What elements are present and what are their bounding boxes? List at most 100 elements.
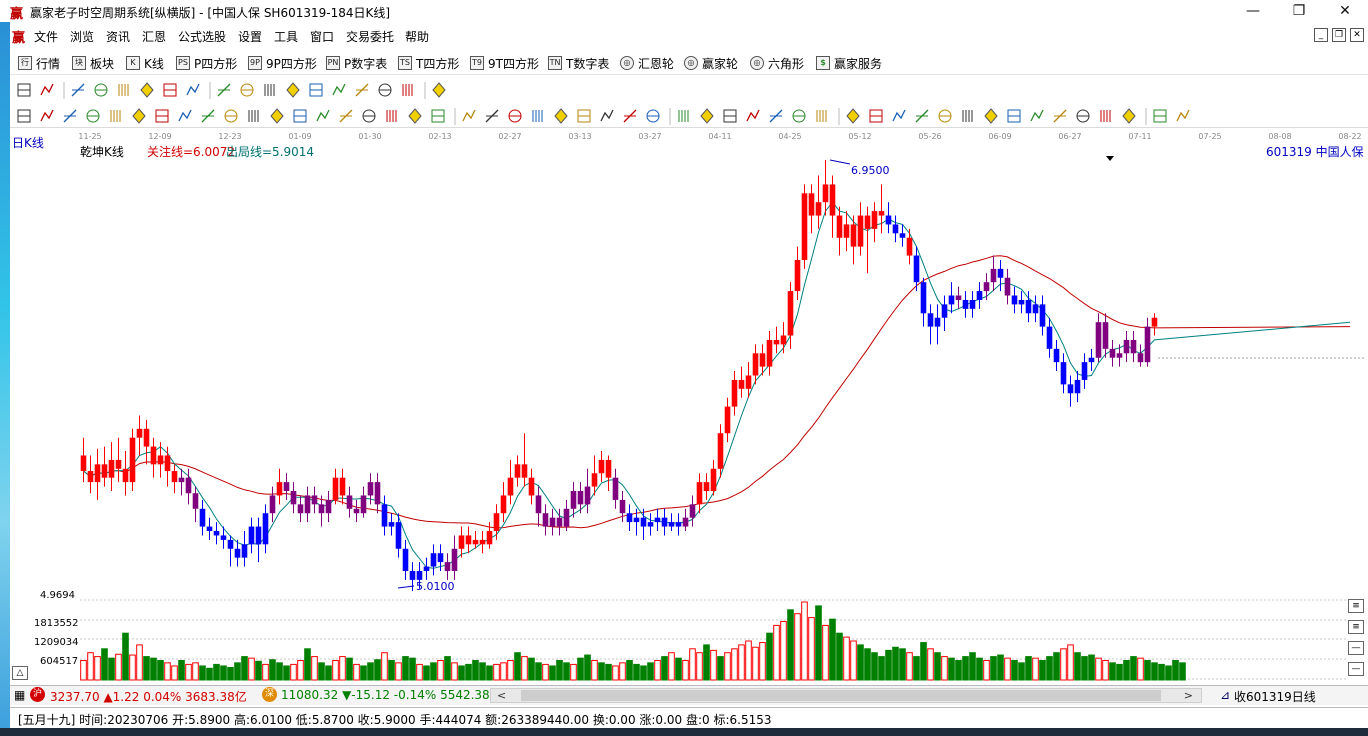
toolbar3-tool-25-icon[interactable] bbox=[600, 109, 614, 122]
toolbar-sector-button[interactable]: 块板块 bbox=[72, 54, 114, 72]
menu-huien[interactable]: 汇恩 bbox=[142, 28, 166, 45]
daily-close-label[interactable]: 收601319日线 bbox=[1234, 688, 1316, 705]
scroll-left-icon[interactable]: < bbox=[497, 689, 506, 702]
toolbar2-tool-17-icon[interactable] bbox=[432, 82, 446, 98]
toolbar3-tool-40-icon[interactable] bbox=[962, 110, 973, 122]
toolbar3-tool-24-icon[interactable] bbox=[577, 109, 591, 123]
toolbar3-tool-11-icon[interactable] bbox=[270, 108, 284, 124]
toolbar3-tool-30-icon[interactable] bbox=[723, 109, 737, 123]
panel-minus-button[interactable]: — bbox=[1348, 662, 1364, 676]
toolbar3-tool-32-icon[interactable] bbox=[769, 109, 783, 123]
toolbar3-tool-27-icon[interactable] bbox=[646, 109, 660, 123]
toolbar-p-square-button[interactable]: PS P四方形 bbox=[176, 54, 237, 72]
menu-logo-icon[interactable]: 赢 bbox=[12, 27, 25, 46]
zoom-out-button[interactable]: ≡ bbox=[1348, 620, 1364, 634]
toolbar2-tool-2-icon[interactable] bbox=[71, 83, 85, 97]
toolbar3-tool-23-icon[interactable] bbox=[554, 108, 568, 124]
toolbar3-tool-47-icon[interactable] bbox=[1122, 108, 1136, 124]
toolbar2-tool-10-icon[interactable] bbox=[264, 84, 275, 96]
menu-browse[interactable]: 浏览 bbox=[70, 28, 94, 45]
menu-help[interactable]: 帮助 bbox=[405, 28, 429, 45]
mdi-minimize-button[interactable]: _ bbox=[1314, 28, 1328, 42]
toolbar3-tool-10-icon[interactable] bbox=[248, 110, 259, 122]
toolbar3-tool-33-icon[interactable] bbox=[792, 109, 806, 123]
toolbar3-tool-45-icon[interactable] bbox=[1076, 109, 1090, 123]
toolbar3-tool-12-icon[interactable] bbox=[293, 109, 307, 123]
toolbar3-tool-3-icon[interactable] bbox=[86, 109, 100, 123]
toolbar-t-table-button[interactable]: TN T数字表 bbox=[548, 54, 609, 72]
toolbar3-tool-20-icon[interactable] bbox=[485, 109, 499, 123]
toolbar-kline-button[interactable]: K K线 bbox=[126, 54, 164, 72]
toolbar2-tool-8-icon[interactable] bbox=[217, 83, 231, 97]
toolbar-9t-square-button[interactable]: T9 9T四方形 bbox=[470, 54, 539, 72]
menu-tools[interactable]: 工具 bbox=[274, 28, 298, 45]
restore-button[interactable]: ❐ bbox=[1276, 0, 1322, 22]
toolbar3-tool-46-icon[interactable] bbox=[1100, 110, 1111, 122]
toolbar3-tool-9-icon[interactable] bbox=[224, 109, 238, 123]
toolbar3-tool-41-icon[interactable] bbox=[984, 108, 998, 124]
keyboard-icon[interactable]: ▦ bbox=[14, 688, 25, 702]
shenzhen-index-value[interactable]: 11080.32 ▼-15.12 -0.14% 5542.38 bbox=[281, 688, 490, 702]
scroll-thumb[interactable] bbox=[521, 690, 1161, 701]
toolbar-quotes-button[interactable]: 行行情 bbox=[18, 54, 60, 72]
toolbar2-tool-13-icon[interactable] bbox=[332, 83, 346, 96]
collapse-panel-button[interactable]: △ bbox=[12, 666, 28, 680]
toolbar3-tool-44-icon[interactable] bbox=[1053, 109, 1067, 123]
toolbar3-tool-0-icon[interactable] bbox=[17, 109, 31, 123]
shanghai-index-value[interactable]: 3237.70 ▲1.22 0.04% 3683.38亿 bbox=[50, 688, 247, 705]
menu-file[interactable]: 文件 bbox=[34, 28, 58, 45]
toolbar2-tool-0-icon[interactable] bbox=[17, 83, 31, 97]
menu-window[interactable]: 窗口 bbox=[310, 28, 334, 45]
toolbar3-tool-8-icon[interactable] bbox=[201, 109, 215, 123]
zoom-in-button[interactable]: ≡ bbox=[1348, 599, 1364, 613]
toolbar3-tool-14-icon[interactable] bbox=[339, 109, 353, 123]
chart-scrollbar[interactable]: < > bbox=[490, 688, 1202, 703]
menu-info[interactable]: 资讯 bbox=[106, 28, 130, 45]
toolbar3-tool-26-icon[interactable] bbox=[623, 109, 637, 123]
toolbar2-tool-5-icon[interactable] bbox=[140, 82, 154, 98]
toolbar-service-button[interactable]: $ 赢家服务 bbox=[816, 54, 882, 72]
mdi-restore-button[interactable]: ❐ bbox=[1332, 28, 1346, 42]
toolbar3-tool-13-icon[interactable] bbox=[316, 109, 330, 122]
period-label[interactable]: 日K线 bbox=[12, 134, 44, 151]
panel-toggle-button[interactable]: — bbox=[1348, 641, 1364, 655]
toolbar3-tool-16-icon[interactable] bbox=[386, 110, 397, 122]
toolbar2-tool-15-icon[interactable] bbox=[378, 83, 392, 97]
toolbar-9p-square-button[interactable]: 9P 9P四方形 bbox=[248, 54, 317, 72]
toolbar3-tool-22-icon[interactable] bbox=[532, 110, 543, 122]
toolbar3-tool-17-icon[interactable] bbox=[408, 108, 422, 124]
toolbar3-tool-5-icon[interactable] bbox=[132, 108, 146, 124]
menu-formula[interactable]: 公式选股 bbox=[178, 28, 226, 45]
toolbar-hexagon-button[interactable]: ◎ 六角形 bbox=[750, 54, 804, 72]
toolbar2-tool-1-icon[interactable] bbox=[40, 83, 54, 96]
toolbar3-tool-31-icon[interactable] bbox=[746, 109, 760, 122]
toolbar2-tool-11-icon[interactable] bbox=[286, 82, 300, 98]
toolbar3-tool-42-icon[interactable] bbox=[1007, 109, 1021, 123]
toolbar3-tool-36-icon[interactable] bbox=[869, 109, 883, 123]
toolbar3-tool-29-icon[interactable] bbox=[700, 108, 714, 124]
toolbar-2-icons[interactable] bbox=[10, 78, 1368, 102]
toolbar3-tool-6-icon[interactable] bbox=[155, 109, 169, 123]
toolbar3-tool-49-icon[interactable] bbox=[1176, 109, 1190, 122]
toolbar3-tool-48-icon[interactable] bbox=[1153, 109, 1167, 123]
toolbar3-tool-21-icon[interactable] bbox=[508, 109, 522, 123]
kline-chart-canvas[interactable] bbox=[10, 142, 1368, 682]
toolbar3-tool-19-icon[interactable] bbox=[462, 109, 476, 122]
toolbar2-tool-9-icon[interactable] bbox=[240, 83, 254, 97]
toolbar2-tool-4-icon[interactable] bbox=[118, 84, 129, 96]
toolbar3-tool-38-icon[interactable] bbox=[915, 109, 929, 123]
toolbar3-tool-28-icon[interactable] bbox=[678, 110, 689, 122]
toolbar3-tool-4-icon[interactable] bbox=[110, 110, 121, 122]
menu-settings[interactable]: 设置 bbox=[238, 28, 262, 45]
toolbar2-tool-16-icon[interactable] bbox=[402, 84, 413, 96]
toolbar3-tool-2-icon[interactable] bbox=[63, 109, 77, 123]
toolbar3-tool-37-icon[interactable] bbox=[892, 109, 906, 122]
toolbar3-tool-34-icon[interactable] bbox=[816, 110, 827, 122]
toolbar-p-table-button[interactable]: PN P数字表 bbox=[326, 54, 387, 72]
toolbar-huien-wheel-button[interactable]: ◎ 汇恩轮 bbox=[620, 54, 674, 72]
toolbar2-tool-14-icon[interactable] bbox=[355, 83, 369, 97]
kline-chart[interactable]: 日K线 乾坤K线 关注线=6.0072 出局线=5.9014 601319 中国… bbox=[10, 136, 1368, 682]
minimize-button[interactable]: — bbox=[1230, 0, 1276, 22]
toolbar3-tool-7-icon[interactable] bbox=[178, 109, 192, 122]
toolbar-t-square-button[interactable]: TS T四方形 bbox=[398, 54, 459, 72]
